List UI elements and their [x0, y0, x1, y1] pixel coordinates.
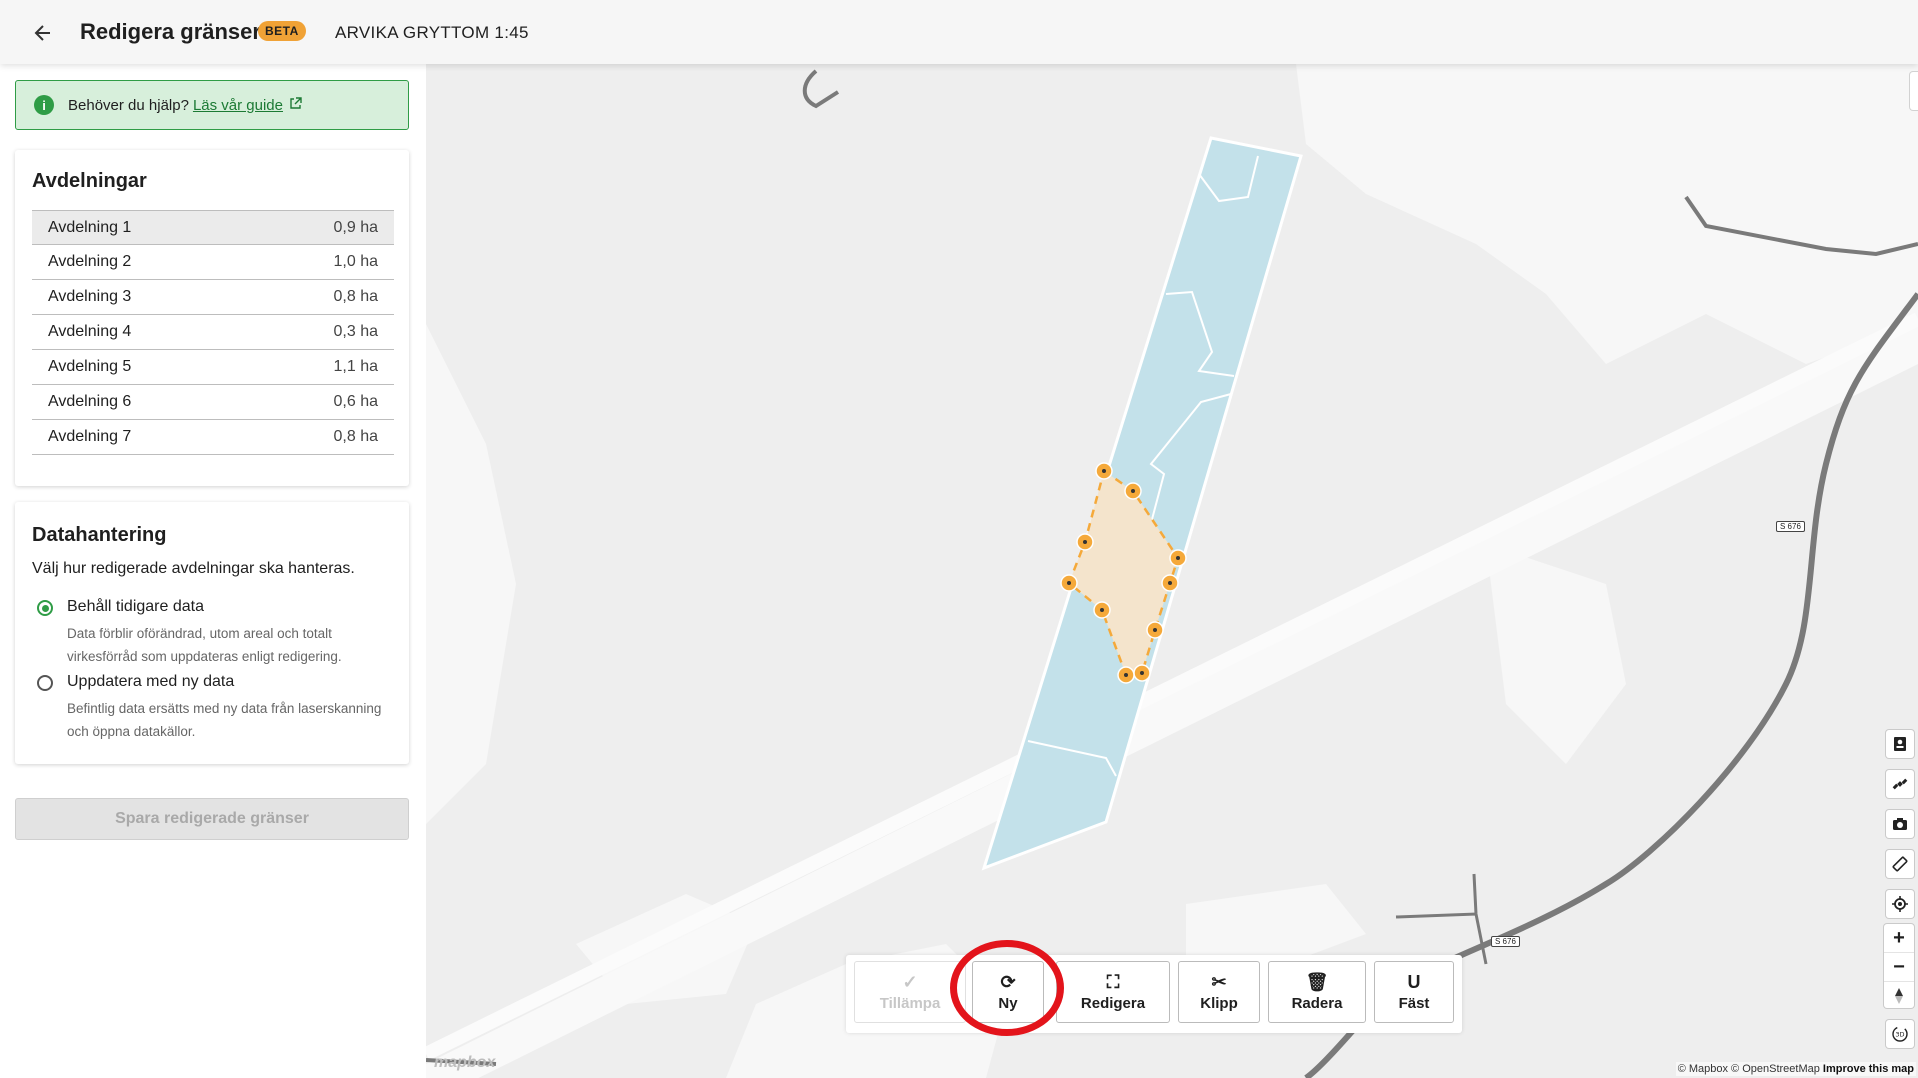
contact-card-icon[interactable] [1886, 730, 1914, 758]
radio-help-text: Befintlig data ersätts med ny data från … [67, 701, 382, 739]
help-text: Behöver du hjälp? [68, 96, 189, 114]
beta-badge: BETA [258, 21, 306, 41]
avdelning-area: 1,0 ha [333, 253, 378, 270]
new-label: Ny [998, 994, 1018, 1012]
radio-help-text: Data förblir oförändrad, utom areal och … [67, 626, 342, 664]
snap-label: Fäst [1398, 994, 1430, 1012]
avdelning-name: Avdelning 7 [48, 428, 132, 445]
new-shape-icon: ⟳ [1000, 971, 1016, 992]
snap-button[interactable]: U Fäst [1374, 961, 1454, 1023]
avdelning-area: 1,1 ha [333, 358, 378, 375]
avdelningar-list: Avdelning 1 0,9 ha Avdelning 2 1,0 ha Avde… [32, 210, 394, 455]
road-label: S 676 [1491, 936, 1520, 947]
satellite-icon[interactable] [1886, 770, 1914, 798]
avdelning-name: Avdelning 4 [48, 323, 132, 340]
datahantering-title: Datahantering [32, 524, 167, 546]
guide-link[interactable]: Läs vår guide [193, 97, 283, 114]
page-title: Redigera gränser [80, 19, 261, 44]
compass-icon[interactable] [1884, 982, 1914, 1010]
edit-button[interactable]: ⛶ Redigera [1056, 961, 1170, 1023]
attribution-text[interactable]: © Mapbox © OpenStreetMap [1678, 1063, 1820, 1075]
map-canvas[interactable] [426, 64, 1918, 1078]
avdelning-area: 0,6 ha [333, 393, 378, 410]
back-arrow-icon[interactable] [28, 18, 58, 48]
list-item[interactable]: Avdelning 7 0,8 ha [32, 420, 394, 455]
datahantering-card: Datahantering Välj hur redigerade avdeln… [15, 502, 409, 764]
new-button[interactable]: ⟳ Ny [972, 961, 1044, 1023]
datahantering-description: Välj hur redigerade avdelningar ska hant… [32, 560, 355, 577]
save-button[interactable]: Spara redigerade gränser [15, 798, 409, 840]
list-item[interactable]: Avdelning 3 0,8 ha [32, 280, 394, 315]
map-attribution: © Mapbox © OpenStreetMap Improve this ma… [1675, 1062, 1916, 1076]
avdelning-area: 0,8 ha [333, 288, 378, 305]
sidebar: i Behöver du hjälp? Läs vår guide Avdeln… [0, 64, 427, 1078]
delete-button[interactable]: 🗑 Radera [1268, 961, 1366, 1023]
list-item[interactable]: Avdelning 1 0,9 ha [32, 210, 394, 245]
help-banner: i Behöver du hjälp? Läs vår guide [15, 80, 409, 130]
mapbox-logo: mapbox [434, 1054, 496, 1071]
zoom-out-icon[interactable]: − [1884, 953, 1914, 982]
avdelning-name: Avdelning 2 [48, 253, 132, 270]
magnet-icon: U [1407, 971, 1421, 992]
delete-label: Radera [1291, 994, 1343, 1012]
layers-icon[interactable] [1910, 72, 1918, 110]
avdelning-area: 0,9 ha [333, 218, 378, 236]
svg-text:3D: 3D [1895, 1031, 1904, 1039]
zoom-controls: + − [1884, 924, 1914, 1008]
list-item[interactable]: Avdelning 5 1,1 ha [32, 350, 394, 385]
map-view[interactable]: S 676 S 676 + − 3D mapbox © Mapbox © Ope… [426, 64, 1918, 1078]
trash-icon: 🗑 [1305, 971, 1329, 992]
edit-toolbar: ✓ Tillämpa ⟳ Ny ⛶ Redigera ✂ Klipp 🗑 Rad… [846, 955, 1462, 1033]
radio-button-keep[interactable] [37, 600, 53, 616]
radio-label[interactable]: Uppdatera med ny data [67, 673, 234, 691]
camera-icon[interactable] [1886, 810, 1914, 838]
cut-button[interactable]: ✂ Klipp [1178, 961, 1260, 1023]
avdelningar-card: Avdelningar Avdelning 1 0,9 ha Avdelning … [15, 150, 409, 486]
zoom-in-icon[interactable]: + [1884, 924, 1914, 953]
top-bar: Redigera gränser BETA ARVIKA GRYTTOM 1:4… [0, 0, 1918, 64]
cut-label: Klipp [1200, 994, 1238, 1012]
list-item[interactable]: Avdelning 2 1,0 ha [32, 245, 394, 280]
list-item[interactable]: Avdelning 6 0,6 ha [32, 385, 394, 420]
locate-icon[interactable] [1886, 890, 1914, 918]
scissors-icon: ✂ [1211, 971, 1227, 992]
edit-label: Redigera [1080, 994, 1146, 1012]
ruler-icon[interactable] [1886, 850, 1914, 878]
apply-label: Tillämpa [879, 994, 941, 1012]
avdelning-name: Avdelning 5 [48, 358, 132, 375]
avdelning-area: 0,8 ha [333, 428, 378, 445]
avdelning-name: Avdelning 1 [48, 218, 132, 236]
info-icon: i [34, 95, 54, 115]
avdelning-name: Avdelning 3 [48, 288, 132, 305]
3d-toggle-icon[interactable]: 3D [1886, 1020, 1914, 1048]
external-link-icon[interactable] [289, 97, 302, 113]
avdelning-area: 0,3 ha [333, 323, 378, 340]
list-item[interactable]: Avdelning 4 0,3 ha [32, 315, 394, 350]
property-name: ARVIKA GRYTTOM 1:45 [335, 23, 529, 42]
avdelning-name: Avdelning 6 [48, 393, 132, 410]
apply-button[interactable]: ✓ Tillämpa [854, 961, 966, 1023]
avdelningar-title: Avdelningar [32, 170, 147, 192]
edit-vertices-icon: ⛶ [1106, 971, 1120, 992]
radio-button-update[interactable] [37, 675, 53, 691]
radio-label[interactable]: Behåll tidigare data [67, 598, 204, 616]
improve-map-link[interactable]: Improve this map [1823, 1063, 1914, 1075]
road-label: S 676 [1776, 521, 1805, 532]
check-icon: ✓ [902, 971, 918, 992]
